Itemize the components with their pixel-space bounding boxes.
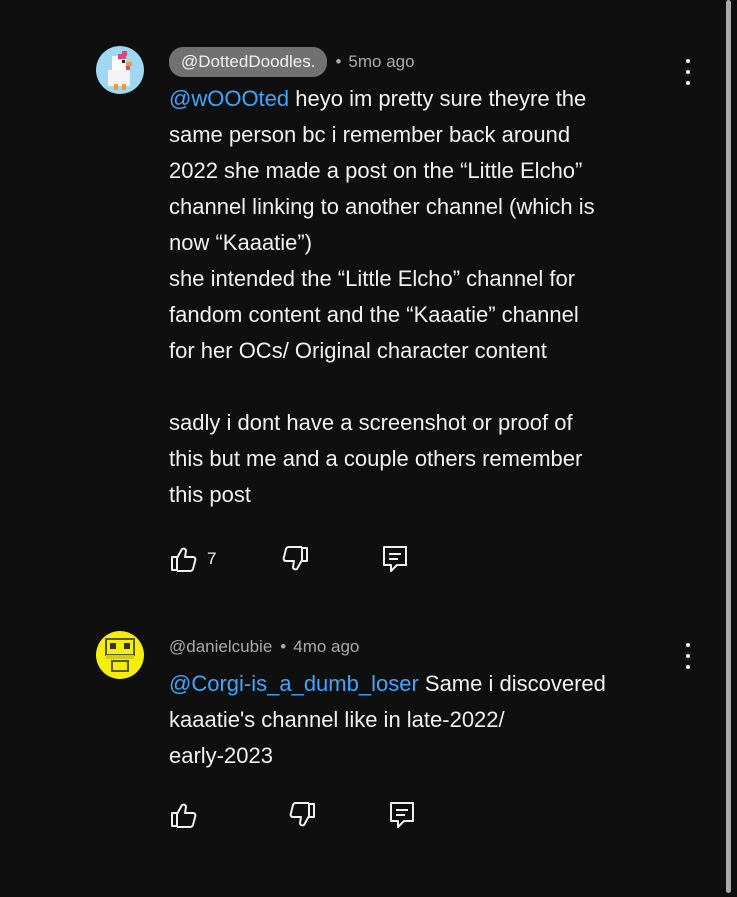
- mention-link[interactable]: @Corgi-is_a_dumb_loser: [169, 671, 419, 696]
- avatar[interactable]: [96, 46, 144, 94]
- reply-icon: [390, 802, 414, 828]
- comment-line: for her OCs/ Original character content: [169, 338, 547, 363]
- comment-line: this but me and a couple others remember: [169, 446, 583, 471]
- comment-line: fandom content and the “Kaaatie” channel: [169, 302, 579, 327]
- scrollbar-thumb[interactable]: [726, 0, 731, 893]
- comment-line: early-2023: [169, 743, 273, 768]
- comment-line: same person bc i remember back around: [169, 122, 571, 147]
- thumbs-down-icon: [289, 802, 315, 827]
- reply-button[interactable]: [387, 800, 417, 830]
- separator-dot: •: [280, 637, 287, 656]
- scrollbar[interactable]: [723, 0, 737, 897]
- more-vert-icon[interactable]: [680, 59, 696, 85]
- mention-link[interactable]: @wOOOted: [169, 86, 289, 111]
- chicken-avatar-icon: [96, 46, 144, 94]
- comment-line: she intended the “Little Elcho” channel …: [169, 266, 576, 291]
- comment-header: @danielcubie • 4mo ago: [169, 632, 669, 662]
- comment-actions: 7: [169, 544, 410, 574]
- comment-timestamp[interactable]: 4mo ago: [293, 637, 359, 657]
- comment-line: sadly i dont have a screenshot or proof …: [169, 410, 573, 435]
- thumbs-up-icon: [171, 547, 197, 572]
- thumbs-down-icon: [283, 546, 309, 571]
- comment-line: channel linking to another channel (whic…: [169, 194, 595, 219]
- comment-line: Same i discovered: [418, 671, 606, 696]
- avatar[interactable]: [96, 631, 144, 679]
- comment-actions: [169, 800, 417, 830]
- thumbs-up-icon: [171, 803, 197, 828]
- reply-icon: [383, 546, 408, 572]
- comment-line: 2022 she made a post on the “Little Elch…: [169, 158, 583, 183]
- comment-line: this post: [169, 482, 251, 507]
- reply-button[interactable]: [380, 544, 410, 574]
- comment-line: now “Kaaatie”): [169, 230, 313, 255]
- cube-avatar-icon: [96, 631, 144, 679]
- comment-timestamp[interactable]: 5mo ago: [348, 52, 414, 72]
- more-vert-icon[interactable]: [680, 643, 696, 669]
- author-name[interactable]: @DottedDoodles.: [169, 47, 328, 77]
- separator-dot: •: [335, 52, 342, 71]
- like-button[interactable]: 7: [169, 544, 216, 574]
- author-name[interactable]: @danielcubie: [169, 637, 272, 657]
- like-button[interactable]: [169, 800, 207, 830]
- comment-text: @Corgi-is_a_dumb_loser Same i discovered…: [169, 666, 669, 774]
- dislike-button[interactable]: [280, 544, 310, 574]
- dislike-button[interactable]: [287, 800, 317, 830]
- comment-line: heyo im pretty sure theyre the: [289, 86, 587, 111]
- comment-text: @wOOOted heyo im pretty sure theyre the …: [169, 81, 669, 513]
- like-count: 7: [207, 549, 217, 568]
- comment-line: kaaatie's channel like in late-2022/: [169, 707, 505, 732]
- comment-header: @DottedDoodles. • 5mo ago: [169, 47, 669, 77]
- comments-page: @DottedDoodles. • 5mo ago @wOOOted heyo …: [0, 0, 737, 897]
